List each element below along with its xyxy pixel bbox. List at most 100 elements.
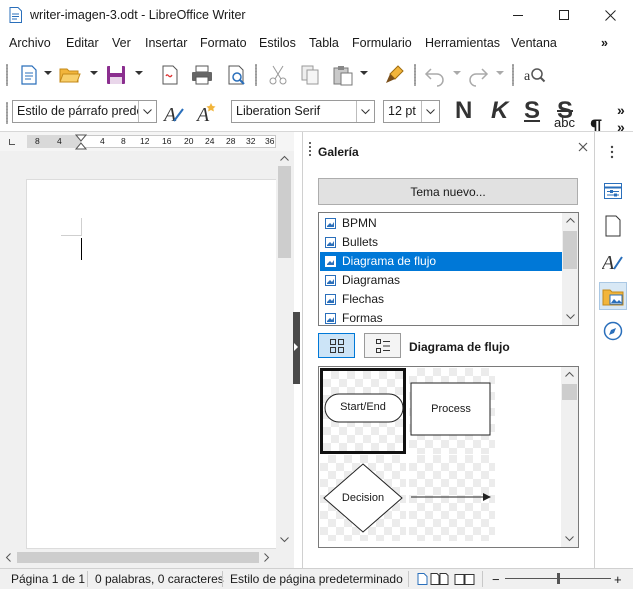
menu-estilos[interactable]: Estilos	[259, 36, 296, 50]
clone-formatting-icon[interactable]	[383, 63, 407, 87]
tab-gallery[interactable]	[599, 282, 627, 310]
underline-button[interactable]: S	[524, 97, 540, 125]
toolbar-grip[interactable]	[6, 102, 8, 124]
scroll-down-icon[interactable]	[280, 537, 289, 543]
tab-stop-selector[interactable]	[9, 139, 15, 145]
open-folder-icon[interactable]	[58, 63, 82, 87]
paste-icon[interactable]	[331, 63, 355, 87]
chevron-down-icon[interactable]	[356, 101, 374, 122]
list-item[interactable]: BPMN	[320, 214, 562, 233]
toolbar-grip[interactable]	[6, 64, 8, 86]
format-toolbar-overflow-button[interactable]: »	[617, 102, 625, 118]
menu-ver[interactable]: Ver	[112, 36, 131, 50]
scroll-up-icon[interactable]	[566, 217, 575, 223]
open-dropdown-arrow[interactable]	[90, 71, 98, 75]
scroll-down-icon[interactable]	[566, 314, 575, 320]
indent-marker-icon[interactable]	[75, 134, 87, 150]
page-style[interactable]: Estilo de página predeterminado	[230, 572, 403, 586]
icon-view-button[interactable]	[318, 333, 355, 358]
tab-styles[interactable]: A	[599, 247, 627, 275]
scrollbar-thumb[interactable]	[562, 384, 577, 400]
undo-icon[interactable]	[423, 63, 447, 87]
zoom-in-button[interactable]: +	[614, 572, 622, 587]
theme-list[interactable]: BPMN Bullets Diagrama de flujo Diagramas…	[318, 212, 579, 326]
chevron-down-icon[interactable]	[138, 101, 156, 122]
new-dropdown-arrow[interactable]	[44, 71, 52, 75]
list-item[interactable]: Diagramas	[320, 271, 562, 290]
cut-icon[interactable]	[266, 63, 290, 87]
zoom-slider-handle[interactable]	[557, 573, 560, 584]
book-view-icon[interactable]	[454, 573, 476, 585]
font-size-select[interactable]: 12 pt	[383, 100, 440, 123]
tab-properties[interactable]	[599, 177, 627, 205]
export-pdf-icon[interactable]	[158, 63, 182, 87]
new-document-icon[interactable]	[17, 63, 41, 87]
tab-navigator[interactable]	[599, 317, 627, 345]
new-theme-button[interactable]: Tema nuevo...	[318, 178, 578, 205]
list-item[interactable]: Flechas	[320, 290, 562, 309]
word-count[interactable]: 0 palabras, 0 caracteres	[95, 572, 224, 586]
scroll-right-icon[interactable]	[264, 553, 270, 562]
gallery-item-process[interactable]: Process	[409, 368, 495, 454]
gallery-grid-scrollbar[interactable]	[561, 367, 578, 547]
document-horizontal-scrollbar[interactable]	[0, 549, 276, 566]
theme-list-scrollbar[interactable]	[562, 213, 578, 325]
scroll-left-icon[interactable]	[5, 553, 11, 562]
copy-icon[interactable]	[298, 63, 322, 87]
page-count[interactable]: Página 1 de 1	[11, 572, 85, 586]
update-style-icon[interactable]: A	[162, 101, 186, 125]
horizontal-ruler[interactable]: 8 4 4 8 12 16 20 24 28 32 36	[0, 132, 294, 151]
close-icon[interactable]	[577, 141, 589, 153]
find-replace-icon[interactable]: a	[522, 63, 546, 87]
paragraph-style-select[interactable]: Estilo de párrafo predet	[12, 100, 157, 123]
deck-grip[interactable]	[308, 141, 312, 156]
menu-herramientas[interactable]: Herramientas	[425, 36, 500, 50]
scroll-up-icon[interactable]	[280, 155, 289, 161]
print-preview-icon[interactable]	[224, 63, 248, 87]
bold-button[interactable]: N	[455, 97, 472, 125]
scrollbar-thumb[interactable]	[278, 166, 291, 258]
font-name-select[interactable]: Liberation Serif	[231, 100, 375, 123]
maximize-button[interactable]	[541, 0, 587, 31]
print-icon[interactable]	[190, 63, 214, 87]
minimize-button[interactable]	[495, 0, 541, 31]
list-item[interactable]: Formas	[320, 309, 562, 325]
redo-icon[interactable]	[466, 63, 490, 87]
single-page-view-icon[interactable]	[417, 573, 428, 585]
italic-button[interactable]: K	[491, 97, 508, 125]
menu-overflow-button[interactable]: »	[601, 36, 608, 50]
menu-insertar[interactable]: Insertar	[145, 36, 187, 50]
tab-page[interactable]	[599, 212, 627, 240]
document-page[interactable]	[27, 180, 276, 548]
scroll-up-icon[interactable]	[565, 371, 574, 377]
redo-dropdown-arrow[interactable]	[496, 71, 504, 75]
menu-formato[interactable]: Formato	[200, 36, 247, 50]
gallery-items-grid[interactable]: Start/End Process Decision	[318, 366, 579, 548]
undo-dropdown-arrow[interactable]	[453, 71, 461, 75]
document-vertical-scrollbar[interactable]	[276, 151, 293, 549]
scroll-down-icon[interactable]	[565, 536, 574, 542]
chevron-down-icon[interactable]	[421, 101, 439, 122]
menu-ventana[interactable]: Ventana	[511, 36, 557, 50]
sidebar-menu-icon[interactable]	[608, 145, 616, 159]
menu-archivo[interactable]: Archivo	[9, 36, 51, 50]
detail-view-button[interactable]	[364, 333, 401, 358]
new-style-icon[interactable]: A	[195, 101, 219, 125]
menu-formulario[interactable]: Formulario	[352, 36, 412, 50]
strikethrough-button[interactable]: S	[557, 97, 573, 125]
zoom-out-button[interactable]: −	[492, 572, 500, 587]
close-window-button[interactable]	[587, 0, 633, 31]
list-item-selected[interactable]: Diagrama de flujo	[320, 252, 562, 271]
gallery-item-decision[interactable]: Decision	[320, 455, 406, 541]
scrollbar-thumb[interactable]	[17, 552, 259, 563]
gallery-item-connector[interactable]	[409, 455, 495, 541]
gallery-item-start-end[interactable]: Start/End	[320, 368, 406, 454]
save-icon[interactable]	[104, 63, 128, 87]
menu-editar[interactable]: Editar	[66, 36, 99, 50]
sidebar-collapse-handle[interactable]	[293, 312, 300, 384]
list-item[interactable]: Bullets	[320, 233, 562, 252]
paste-dropdown-arrow[interactable]	[360, 71, 368, 75]
multi-page-view-icon[interactable]	[430, 573, 450, 585]
scrollbar-thumb[interactable]	[563, 231, 577, 269]
save-dropdown-arrow[interactable]	[135, 71, 143, 75]
